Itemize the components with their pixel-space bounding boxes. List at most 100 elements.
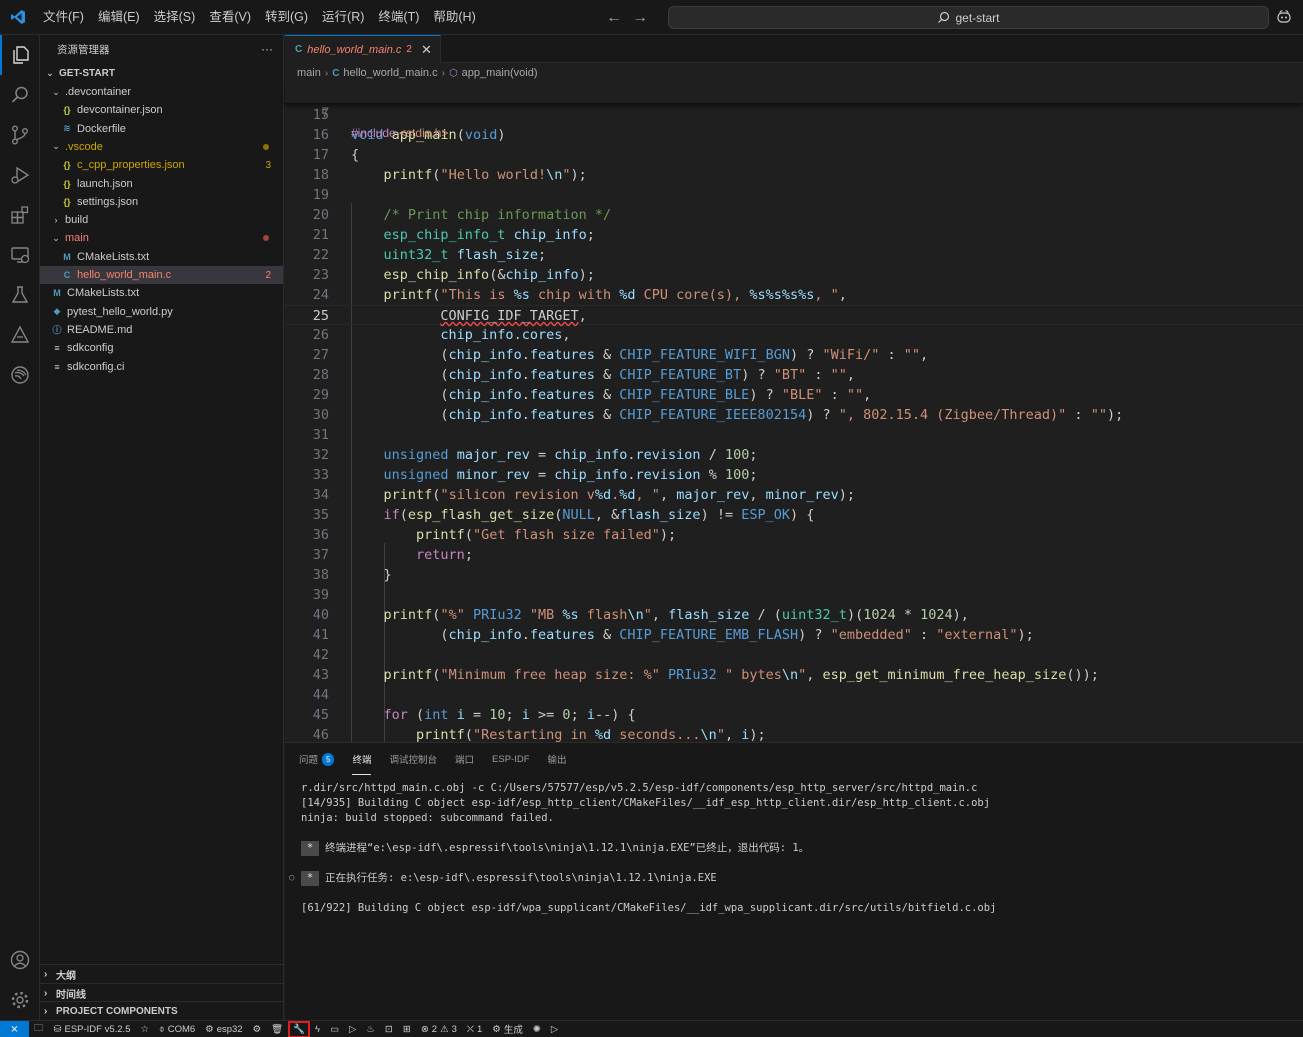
tree-file[interactable]: {} launch.json [40,175,283,193]
code-editor[interactable]: 15 16 void app_main(void) 17{18 printf("Hel… [285,83,1303,742]
forwarded-ports-status[interactable]: ⛌ 1 [462,1021,487,1037]
chevron-down-icon: ⌄ [46,67,54,78]
espressif-icon[interactable] [0,355,40,395]
line-number: 27 [312,347,329,363]
timeline-section[interactable]: › 时间线 [40,983,283,1002]
line-code: printf("silicon revision v%d.%d, ", majo… [383,487,856,503]
line-code: esp_chip_info_t chip_info; [383,227,595,243]
cfg-file-icon: ≡ [54,343,60,354]
tree-file[interactable]: ◆ pytest_hello_world.py [40,303,283,321]
build-flash-monitor-button[interactable]: ♨ [361,1021,380,1037]
tree-file[interactable]: M CMakeLists.txt [40,284,283,302]
explorer-icon[interactable] [0,35,40,75]
target-chip-button[interactable]: ⚙ esp32 [200,1021,247,1037]
execute-custom-task-button[interactable]: ⊞ [398,1021,416,1037]
terminal-line: ninja: build stopped: subcommand failed. [301,812,554,824]
panel-tab[interactable]: 终端 [352,743,372,775]
tree-file[interactable]: {} c_cpp_properties.json 3 [40,156,283,174]
sdkconfig-editor-button[interactable]: ⚙ [248,1021,267,1037]
build-status-button[interactable]: ⚙ 生成 [487,1021,528,1037]
line-number: 38 [312,567,329,583]
tab-hello-world-main[interactable]: C hello_world_main.c 2 ✕ [285,35,441,63]
code-line: 28 (chip_info.features & CHIP_FEATURE_BT… [285,365,1303,385]
problems-status[interactable]: ⊗ 2 ⚠ 3 [416,1021,462,1037]
more-actions-icon[interactable]: ··· [261,42,273,56]
line-number: 20 [312,207,329,223]
serial-port-button[interactable]: ⌽ COM6 [154,1021,200,1037]
menu-item[interactable]: 帮助(H) [426,0,482,35]
search-icon[interactable] [0,75,40,115]
timeline-section-label: 时间线 [56,989,86,1001]
forward-arrow-icon[interactable]: → [632,9,648,27]
chevron-down-icon: ⌄ [52,86,60,97]
tree-folder[interactable]: › build [40,211,283,229]
run-debug-icon[interactable] [0,155,40,195]
accounts-icon[interactable] [0,940,40,980]
chevron-right-icon: › [441,67,445,79]
monitor-device-button[interactable]: ▭ [325,1021,344,1037]
breadcrumb-file[interactable]: hello_world_main.c [343,67,437,79]
settings-gear-icon[interactable] [0,980,40,1020]
panel-tab[interactable]: ESP-IDF [492,743,529,775]
line-code: unsigned minor_rev = chip_info.revision … [383,467,758,483]
project-components-section[interactable]: › PROJECT COMPONENTS [40,1001,283,1020]
idf-favorites-button[interactable]: ☆ [135,1021,154,1037]
idf-workspace-folder-button[interactable]: 🗀 [29,1021,49,1037]
panel-tab[interactable]: 端口 [455,743,474,775]
explorer-header: 资源管理器 ··· [40,35,283,63]
idf-version-button[interactable]: ⛁ ESP-IDF v5.2.5 [49,1021,136,1037]
tree-file[interactable]: ≋ Dockerfile [40,120,283,138]
tree-file[interactable]: Chello_world_main.c 2 [40,266,283,284]
panel-tab[interactable]: 调试控制台 [389,743,437,775]
tree-file[interactable]: {} devcontainer.json [40,101,283,119]
command-center-search[interactable]: get-start [668,6,1269,29]
menu-item[interactable]: 文件(F) [36,0,91,35]
back-arrow-icon[interactable]: ← [606,9,622,27]
full-clean-button[interactable]: 🗑 [266,1021,288,1037]
line-number: 28 [312,367,329,383]
menu-item[interactable]: 运行(R) [315,0,371,35]
testing-icon[interactable] [0,275,40,315]
source-control-icon[interactable] [0,115,40,155]
breadcrumb-folder[interactable]: main [297,67,321,79]
tree-file[interactable]: ⓘ README.md [40,321,283,339]
breadcrumb-symbol[interactable]: app_main(void) [462,67,538,79]
ports-count: 1 [477,1023,483,1035]
open-idf-terminal-button[interactable]: ⊡ [380,1021,398,1037]
run-button[interactable]: ▷ [546,1021,563,1037]
line-number: 44 [312,687,329,703]
remote-explorer-icon[interactable] [0,235,40,275]
bottom-panel: 问题 5 终端 调试控制台 端口 ESP-IDF 输出 r.dir/src/httpd_ma… [285,742,1303,1020]
panel-tab[interactable]: 输出 [548,743,567,775]
sticky-scroll-line[interactable]: 7 #include <stdio.h> [285,83,1303,140]
tree-item-label: CMakeLists.txt [77,250,150,263]
copilot-icon[interactable] [1276,9,1292,25]
panel-tab[interactable]: 问题 5 [299,743,335,775]
outline-section[interactable]: › 大纲 [40,964,283,983]
menu-item[interactable]: 转到(G) [258,0,315,35]
remote-indicator[interactable]: ⨯ [0,1020,29,1037]
tree-folder[interactable]: ⌄ main [40,229,283,247]
menu-item[interactable]: 终端(T) [371,0,426,35]
explorer-sidebar: 资源管理器 ··· ⌄ GET-START ⌄ .devcontainer {} de… [40,35,284,1020]
workspace-root-label: GET-START [59,67,115,79]
line-number: 31 [312,427,329,443]
menu-item[interactable]: 编辑(E) [91,0,147,35]
flash-device-button[interactable]: ϟ [310,1021,325,1037]
error-icon: ⊗ [420,1023,429,1035]
tree-folder[interactable]: ⌄ .devcontainer [40,83,283,101]
debug-button[interactable]: ▷ [344,1021,361,1037]
menu-item[interactable]: 选择(S) [147,0,203,35]
tree-file[interactable]: ≡ sdkconfig.ci [40,358,283,376]
tree-folder[interactable]: ⌄ .vscode [40,138,283,156]
debug-bug-button[interactable]: ✺ [528,1021,546,1037]
tree-file[interactable]: M CMakeLists.txt [40,248,283,266]
tree-file[interactable]: ≡ sdkconfig [40,339,283,357]
close-icon[interactable]: ✕ [421,42,432,58]
build-project-button[interactable]: 🔧 [288,1020,311,1037]
idf-icon[interactable] [0,315,40,355]
menu-item[interactable]: 查看(V) [202,0,258,35]
extensions-icon[interactable] [0,195,40,235]
workspace-root[interactable]: ⌄ GET-START [40,63,283,83]
tree-file[interactable]: {} settings.json [40,193,283,211]
